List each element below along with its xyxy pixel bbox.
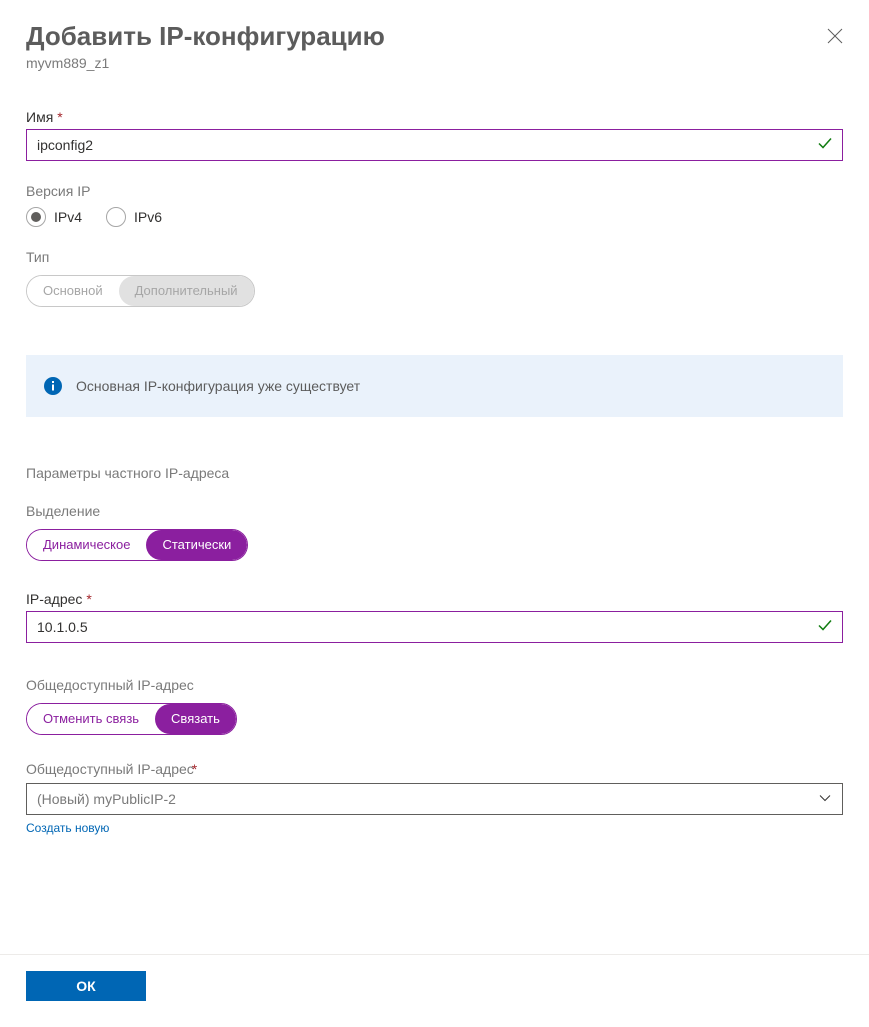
ip-version-label: Версия IP — [26, 183, 843, 199]
private-ip-heading: Параметры частного IP-адреса — [26, 465, 843, 481]
public-ip-disassociate[interactable]: Отменить связь — [27, 704, 155, 734]
allocation-dynamic[interactable]: Динамическое — [27, 530, 146, 560]
allocation-label: Выделение — [26, 503, 843, 519]
radio-icon — [26, 207, 46, 227]
info-icon — [44, 377, 62, 395]
public-ip-dropdown-value: (Новый) myPublicIP-2 — [37, 791, 176, 807]
public-ip-select-label: Общедоступный IP-адрес* — [26, 761, 843, 777]
type-primary: Основной — [27, 276, 119, 306]
public-ip-assoc-toggle[interactable]: Отменить связь Связать — [26, 703, 237, 735]
name-input[interactable] — [26, 129, 843, 161]
create-new-link[interactable]: Создать новую — [26, 821, 109, 835]
info-banner: Основная IP-конфигурация уже существует — [26, 355, 843, 417]
radio-icon — [106, 207, 126, 227]
public-ip-dropdown[interactable]: (Новый) myPublicIP-2 — [26, 783, 843, 815]
page-title: Добавить IP-конфигурацию — [26, 20, 385, 53]
public-ip-associate[interactable]: Связать — [155, 704, 236, 734]
type-secondary: Дополнительный — [119, 276, 254, 306]
chevron-down-icon — [818, 790, 832, 807]
allocation-static[interactable]: Статически — [146, 530, 247, 560]
name-label: Имя* — [26, 109, 843, 125]
type-toggle: Основной Дополнительный — [26, 275, 255, 307]
radio-ipv6[interactable]: IPv6 — [106, 207, 162, 227]
public-ip-assoc-label: Общедоступный IP-адрес — [26, 677, 843, 693]
ip-address-input[interactable] — [26, 611, 843, 643]
check-icon — [817, 135, 833, 154]
radio-ipv4[interactable]: IPv4 — [26, 207, 82, 227]
type-label: Тип — [26, 249, 843, 265]
ip-address-label: IP-адрес* — [26, 591, 843, 607]
allocation-toggle[interactable]: Динамическое Статически — [26, 529, 248, 561]
check-icon — [817, 617, 833, 636]
footer: ОК — [0, 954, 869, 1027]
ok-button[interactable]: ОК — [26, 971, 146, 1001]
info-text: Основная IP-конфигурация уже существует — [76, 378, 360, 394]
page-subtitle: myvm889_z1 — [26, 55, 843, 71]
close-icon[interactable] — [827, 28, 843, 44]
